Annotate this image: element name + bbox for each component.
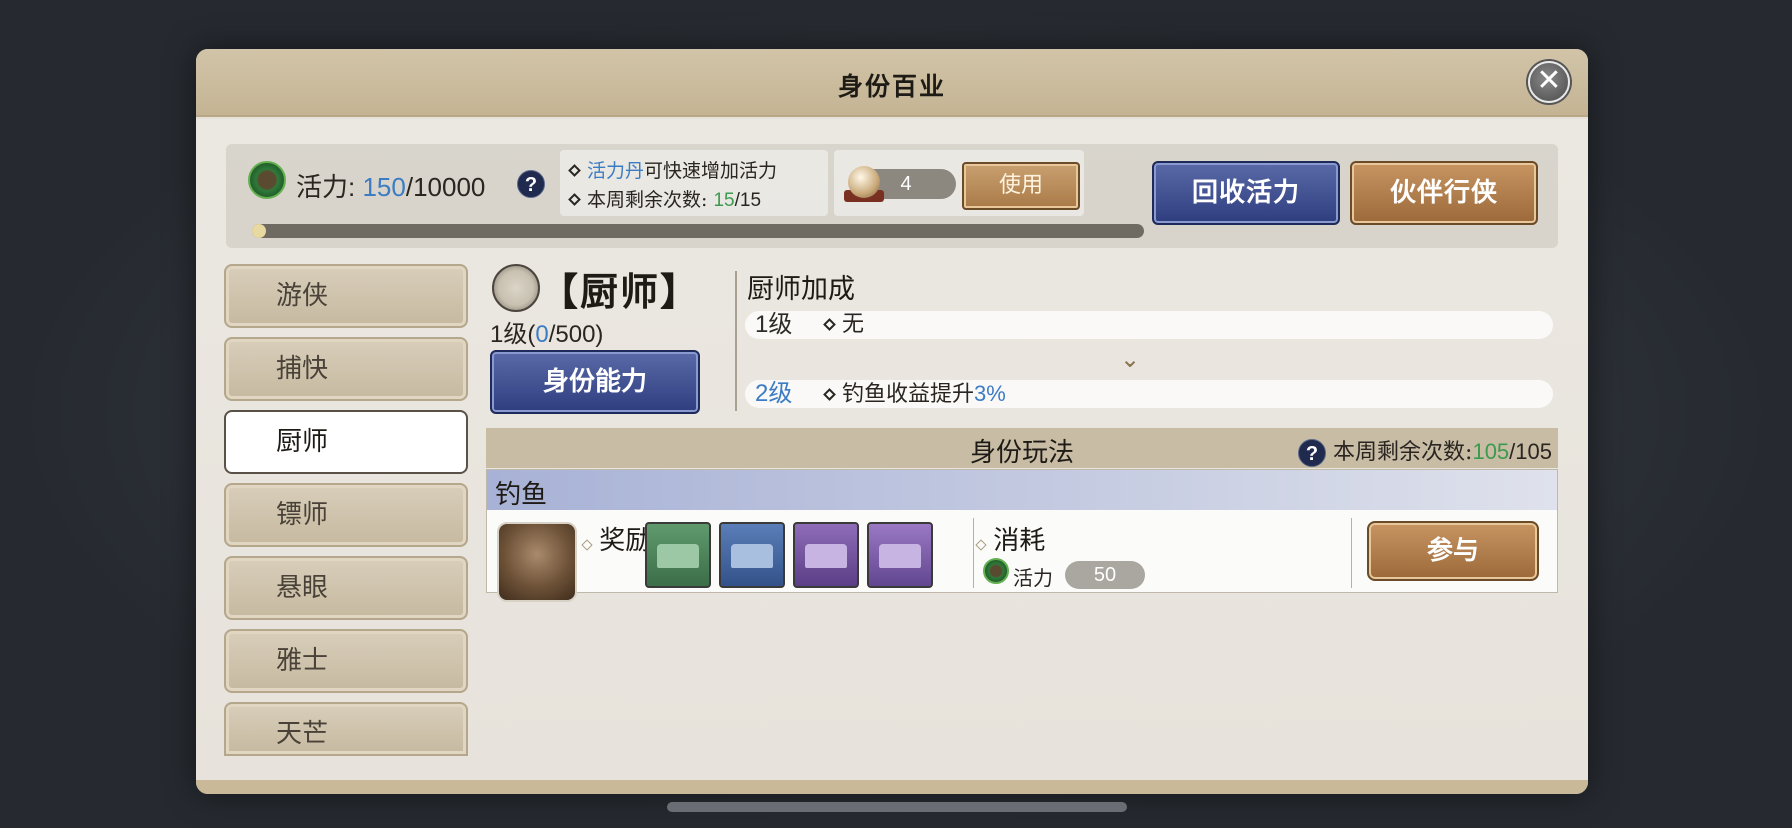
cost-value: 50 [1065, 561, 1145, 589]
vigor-current: 150 [362, 172, 406, 202]
home-indicator [667, 802, 1127, 812]
help-icon[interactable]: ? [1298, 439, 1327, 467]
sidebar-item[interactable]: 雅士 [224, 629, 468, 693]
diamond-bullet-icon [823, 388, 836, 401]
level-prefix: 1级( [490, 321, 536, 348]
profession-level: 1级(0/500) [490, 314, 603, 349]
bonus-text-2: 钓鱼收益提升 [842, 382, 975, 407]
bonus-level: 2级 [755, 380, 793, 407]
tip-remain-current: 15 [713, 190, 735, 211]
vigor-progress-bar [252, 224, 1144, 238]
purple-chest-icon[interactable] [793, 522, 859, 588]
spoon-icon [492, 264, 540, 312]
vigor-label-text: 活力: [296, 172, 356, 202]
diamond-bullet-icon [581, 539, 593, 551]
partner-button[interactable]: 伙伴行侠 [1350, 161, 1538, 225]
bonus-text-1: 无 [842, 312, 865, 337]
tip-line-2: 本周剩余次数: 15/15 [568, 185, 762, 212]
vigor-label: 活力: 150/10000 [296, 167, 485, 204]
bottom-strip [196, 780, 1588, 794]
sidebar-item[interactable]: 游侠 [224, 264, 468, 328]
activity-card: 钓鱼 奖励 消耗 活力 50 参与 [486, 469, 1558, 602]
blue-chest-icon[interactable] [719, 522, 785, 588]
title-bar: 身份百业 ✕ [196, 49, 1588, 117]
chest-lid [805, 544, 847, 568]
bonus-row-1: 1级 无 [745, 311, 1553, 339]
vigor-pill-icon[interactable] [848, 166, 880, 198]
chest-lid [731, 544, 773, 568]
cost-label: 消耗 [975, 520, 1046, 557]
cost-label-text: 消耗 [993, 526, 1046, 556]
green-chest-icon[interactable] [645, 522, 711, 588]
ability-button[interactable]: 身份能力 [490, 350, 700, 414]
card-divider [1351, 518, 1352, 588]
remain-label: 本周剩余次数: [1333, 440, 1473, 465]
recycle-vigor-button[interactable]: 回收活力 [1152, 161, 1340, 225]
join-button[interactable]: 参与 [1367, 521, 1539, 581]
chest-lid [879, 544, 921, 568]
sidebar-item[interactable]: 镖师 [224, 483, 468, 547]
reward-label: 奖励 [581, 520, 652, 557]
vigor-progress-fill [252, 224, 266, 238]
sidebar-item[interactable]: 捕快 [224, 337, 468, 401]
tip-highlight: 活力丹 [587, 160, 645, 182]
activity-name: 钓鱼 [495, 480, 548, 510]
tip-remain-max: /15 [734, 190, 762, 211]
sidebar-item[interactable]: 悬眼 [224, 556, 468, 620]
vigor-icon [983, 558, 1009, 584]
tips-box: 活力丹可快速增加活力 本周剩余次数: 15/15 [560, 150, 828, 216]
use-button[interactable]: 使用 [962, 162, 1080, 210]
tip-remain-label: 本周剩余次数: [587, 189, 708, 211]
bonus-text: 无 [823, 311, 865, 339]
bonus-level: 1级 [755, 311, 793, 338]
diamond-bullet-icon [568, 193, 581, 206]
vigor-icon [248, 161, 286, 199]
sidebar-item[interactable]: 天芒 [224, 702, 468, 756]
sidebar-item[interactable]: 厨师 [224, 410, 468, 474]
bonus-highlight: 3% [974, 381, 1006, 406]
bonus-text: 钓鱼收益提升3% [823, 380, 1006, 409]
chevron-down-icon: ⌄ [1120, 345, 1141, 373]
remain-current: 105 [1472, 439, 1510, 464]
help-icon[interactable]: ? [517, 170, 545, 198]
exp-current: 0 [535, 321, 549, 348]
fishing-hat-icon[interactable] [497, 522, 577, 602]
diamond-bullet-icon [823, 318, 836, 331]
card-divider [973, 518, 974, 588]
close-icon: ✕ [1536, 63, 1562, 98]
profession-title: 【厨师】 [540, 269, 701, 314]
vigor-max: /10000 [405, 172, 486, 202]
divider [735, 271, 737, 411]
dialog-title: 身份百业 [837, 72, 946, 101]
diamond-bullet-icon [568, 164, 581, 177]
cost-item: 活力 [1013, 566, 1053, 590]
chest-lid [657, 544, 699, 568]
gameplay-remain: ? 本周剩余次数:105/105 [1298, 434, 1552, 467]
activity-card-header: 钓鱼 [487, 470, 1557, 510]
remain-max: /105 [1509, 439, 1552, 464]
gameplay-header: 身份玩法 ? 本周剩余次数:105/105 [486, 428, 1558, 468]
close-button[interactable]: ✕ [1528, 61, 1570, 103]
reward-label-text: 奖励 [599, 526, 652, 556]
exp-max: /500) [548, 321, 604, 348]
tip-rest: 可快速增加活力 [644, 160, 778, 182]
bonus-row-2: 2级 钓鱼收益提升3% [745, 380, 1553, 408]
purple-chest-icon[interactable] [867, 522, 933, 588]
bonus-title: 厨师加成 [747, 274, 855, 305]
diamond-bullet-icon [975, 539, 987, 551]
tip-line-1: 活力丹可快速增加活力 [568, 156, 778, 183]
